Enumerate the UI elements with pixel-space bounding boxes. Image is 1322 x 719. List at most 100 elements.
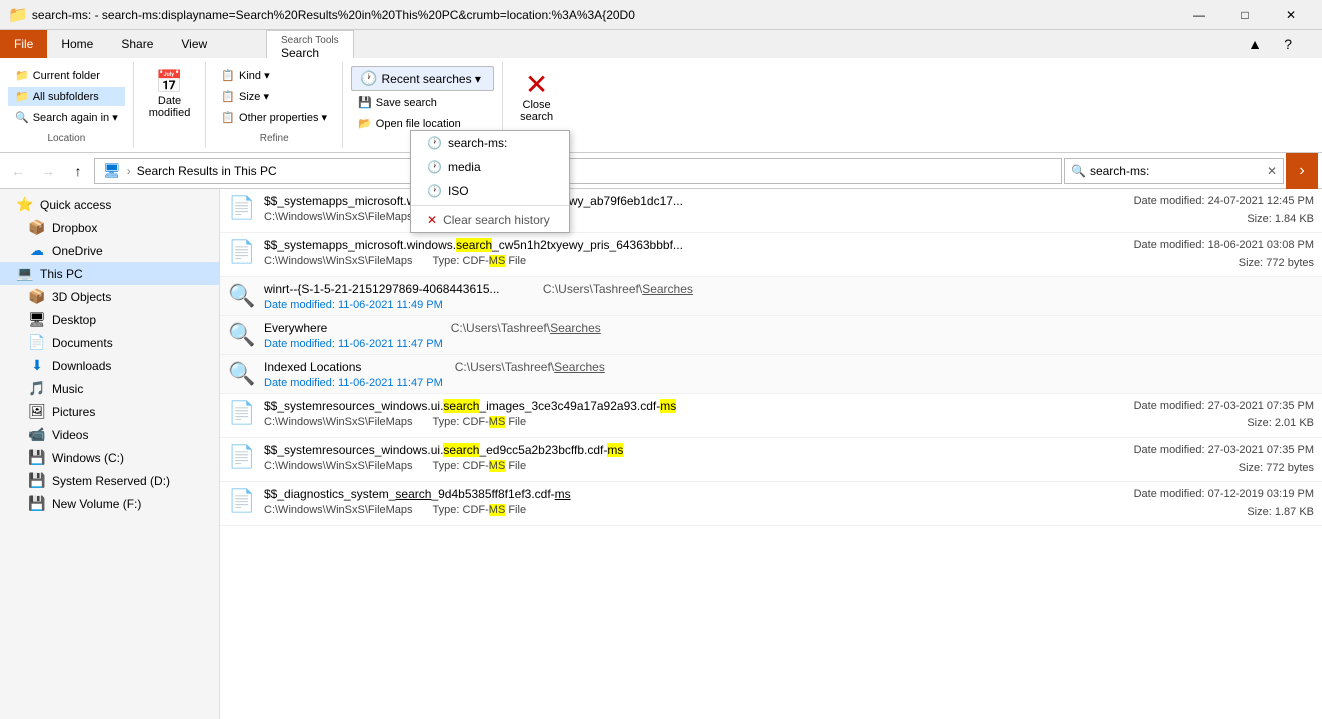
tab-view[interactable]: View: [167, 30, 221, 58]
search-input[interactable]: [1090, 164, 1263, 178]
search-again-button[interactable]: 🔍 Search again in ▾: [8, 108, 125, 127]
save-search-button[interactable]: 💾 Save search: [351, 93, 494, 112]
ribbon-help-button[interactable]: ?: [1284, 30, 1292, 58]
file-details: Indexed Locations C:\Users\Tashreef\Sear…: [264, 359, 1314, 389]
sidebar-item-quick-access[interactable]: ⭐ Quick access: [0, 193, 219, 216]
file-right: Date modified: 18-06-2021 03:08 PM Size:…: [1114, 237, 1314, 272]
sidebar-item-onedrive[interactable]: ☁ OneDrive: [0, 239, 219, 262]
ribbon-up-arrow[interactable]: ▲: [1248, 30, 1262, 58]
current-folder-icon: 📁: [15, 69, 29, 82]
file-meta: C:\Windows\WinSxS\FileMaps Type: CDF-MS …: [264, 504, 1106, 516]
file-details: $$_systemresources_windows.ui.search_ima…: [264, 398, 1106, 428]
dropdown-item-iso[interactable]: 🕐 ISO: [411, 179, 569, 203]
other-properties-button[interactable]: 📋 Other properties ▾: [214, 108, 334, 127]
sidebar-item-3d-objects[interactable]: 📦 3D Objects: [0, 285, 219, 308]
address-path-icon: 🖥: [103, 162, 121, 179]
sidebar-item-videos[interactable]: 📹 Videos: [0, 423, 219, 446]
sidebar-item-dropbox[interactable]: 📦 Dropbox: [0, 216, 219, 239]
file-type: Type: CDF-MS File: [433, 460, 527, 472]
sidebar-item-this-pc[interactable]: 💻 This PC: [0, 262, 219, 285]
back-button[interactable]: ←: [4, 157, 32, 185]
3d-objects-icon: 📦: [28, 288, 46, 305]
file-list: 📄 $$_systemapps_microsoft.windows.search…: [220, 189, 1322, 719]
file-path: C:\Windows\WinSxS\FileMaps: [264, 460, 413, 472]
forward-button[interactable]: →: [34, 157, 62, 185]
sidebar-item-downloads-label: Downloads: [52, 359, 111, 373]
file-name: $$_systemresources_windows.ui.search_ed9…: [264, 442, 1106, 459]
file-type-icon: 📄: [228, 444, 256, 470]
search-clear-button[interactable]: ✕: [1267, 164, 1277, 178]
file-right: Date modified: 27-03-2021 07:35 PM Size:…: [1114, 398, 1314, 433]
title-bar-text: search-ms: - search-ms:displayname=Searc…: [32, 8, 1176, 22]
onedrive-icon: ☁: [28, 242, 46, 259]
up-button[interactable]: ↑: [64, 157, 92, 185]
dropdown-item-clear-history[interactable]: ✕ Clear search history: [411, 208, 569, 232]
file-name: Indexed Locations C:\Users\Tashreef\Sear…: [264, 359, 1314, 376]
kind-button[interactable]: 📋 Kind ▾: [214, 66, 334, 85]
sidebar-item-pictures-label: Pictures: [52, 405, 95, 419]
minimize-button[interactable]: —: [1176, 0, 1222, 30]
file-item[interactable]: 📄 $$_systemapps_microsoft.windows.search…: [220, 233, 1322, 277]
sidebar-item-pictures[interactable]: 🖼 Pictures: [0, 400, 219, 423]
date-modified-button[interactable]: 📅 Datemodified: [142, 66, 198, 122]
file-item[interactable]: 📄 $$_systemapps_microsoft.windows.search…: [220, 189, 1322, 233]
tab-share[interactable]: Share: [107, 30, 167, 58]
close-search-button[interactable]: ✕ Closesearch: [511, 66, 562, 128]
close-button[interactable]: ✕: [1268, 0, 1314, 30]
other-properties-icon: 📋: [221, 111, 235, 124]
refine-group-label: Refine: [214, 129, 334, 144]
address-path[interactable]: 🖥 › Search Results in This PC: [94, 158, 1062, 184]
sidebar-item-windows-c-label: Windows (C:): [52, 451, 124, 465]
sidebar-item-new-volume[interactable]: 💾 New Volume (F:): [0, 492, 219, 515]
sidebar: ⭐ Quick access 📦 Dropbox ☁ OneDrive 💻 Th…: [0, 189, 220, 719]
maximize-button[interactable]: □: [1222, 0, 1268, 30]
tab-home[interactable]: Home: [47, 30, 107, 58]
recent-searches-button[interactable]: 🕐 Recent searches ▾: [351, 66, 494, 91]
size-label: Size ▾: [239, 90, 269, 103]
address-bar: ← → ↑ 🖥 › Search Results in This PC 🔍 ✕ …: [0, 153, 1322, 189]
file-item[interactable]: 📄 $$_systemresources_windows.ui.search_i…: [220, 394, 1322, 438]
search-box[interactable]: 🔍 ✕: [1064, 158, 1284, 184]
file-meta: C:\Windows\WinSxS\FileMaps Type: CDF-MS …: [264, 460, 1106, 472]
file-name: $$_systemapps_microsoft.windows.search_c…: [264, 237, 1106, 254]
dropdown-item-media[interactable]: 🕐 media: [411, 155, 569, 179]
file-size: Size: 1.87 KB: [1114, 504, 1314, 522]
sidebar-item-music[interactable]: 🎵 Music: [0, 377, 219, 400]
file-type: Type: CDF-MS File: [433, 504, 527, 516]
dropdown-item-search-ms-label: search-ms:: [448, 136, 507, 150]
sidebar-item-desktop[interactable]: 🖥 Desktop: [0, 308, 219, 331]
file-item[interactable]: 🔍 winrt--{S-1-5-21-2151297869-4068443615…: [220, 277, 1322, 316]
sidebar-item-system-reserved[interactable]: 💾 System Reserved (D:): [0, 469, 219, 492]
sidebar-item-downloads[interactable]: ⬇ Downloads: [0, 354, 219, 377]
all-subfolders-button[interactable]: 📁 All subfolders: [8, 87, 125, 106]
dropdown-item-search-ms[interactable]: 🕐 search-ms:: [411, 131, 569, 155]
address-path-text: Search Results in This PC: [137, 164, 277, 178]
sidebar-item-3d-objects-label: 3D Objects: [52, 290, 111, 304]
file-item[interactable]: 📄 $$_systemresources_windows.ui.search_e…: [220, 438, 1322, 482]
file-details: winrt--{S-1-5-21-2151297869-4068443615..…: [264, 281, 1314, 311]
kind-icon: 📋: [221, 69, 235, 82]
title-bar: 📁 search-ms: - search-ms:displayname=Sea…: [0, 0, 1322, 30]
file-date: Date modified: 27-03-2021 07:35 PM: [1114, 398, 1314, 416]
clear-history-icon: ✕: [427, 213, 437, 227]
file-meta: Date modified: 11-06-2021 11:49 PM: [264, 299, 1314, 311]
file-item[interactable]: 📄 $$_diagnostics_system_search_9d4b5385f…: [220, 482, 1322, 526]
documents-icon: 📄: [28, 334, 46, 351]
sidebar-item-documents[interactable]: 📄 Documents: [0, 331, 219, 354]
current-folder-button[interactable]: 📁 Current folder: [8, 66, 125, 85]
search-go-button[interactable]: ›: [1286, 153, 1318, 189]
search-tools-label: Search Tools: [281, 35, 339, 46]
size-button[interactable]: 📋 Size ▾: [214, 87, 334, 106]
other-properties-label: Other properties ▾: [239, 111, 327, 124]
file-size: Size: 2.01 KB: [1114, 415, 1314, 433]
file-name: $$_systemapps_microsoft.windows.search_c…: [264, 193, 1106, 210]
pictures-icon: 🖼: [28, 403, 46, 420]
tab-file[interactable]: File: [0, 30, 47, 58]
file-path: C:\Windows\WinSxS\FileMaps: [264, 504, 413, 516]
sidebar-item-system-reserved-label: System Reserved (D:): [52, 474, 170, 488]
sidebar-item-windows-c[interactable]: 💾 Windows (C:): [0, 446, 219, 469]
save-search-icon: 💾: [358, 96, 372, 109]
file-item[interactable]: 🔍 Everywhere C:\Users\Tashreef\Searches …: [220, 316, 1322, 355]
file-item[interactable]: 🔍 Indexed Locations C:\Users\Tashreef\Se…: [220, 355, 1322, 394]
new-volume-icon: 💾: [28, 495, 46, 512]
